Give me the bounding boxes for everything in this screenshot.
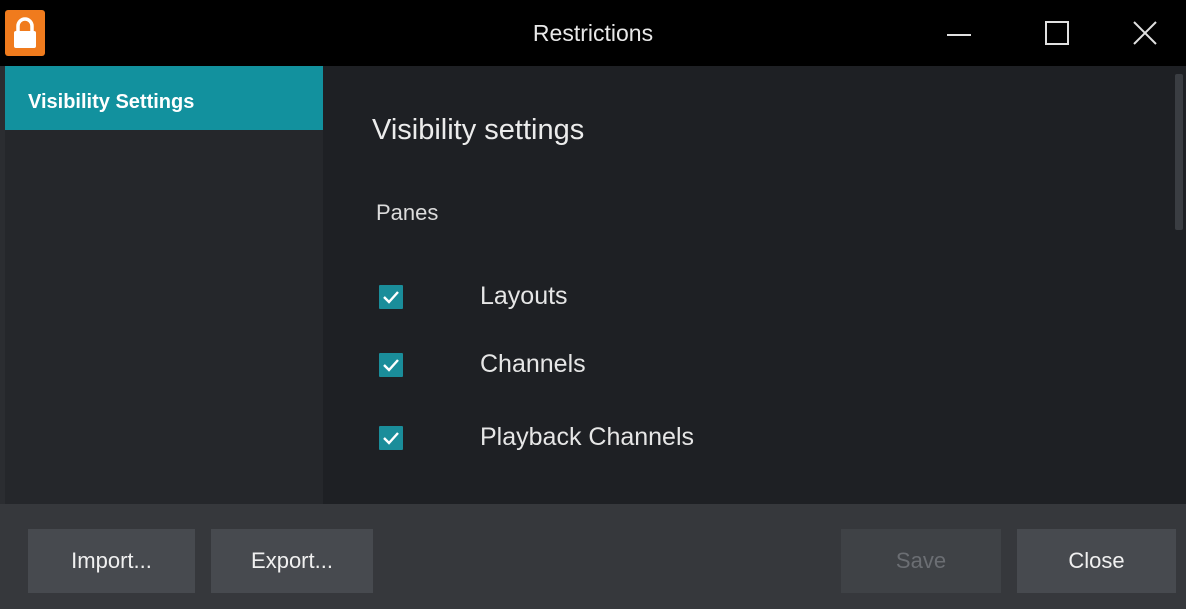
window-title: Restrictions <box>532 20 654 46</box>
checkbox-label: Channels <box>480 350 586 378</box>
import-button[interactable]: Import... <box>28 529 195 593</box>
save-button[interactable]: Save <box>841 529 1001 593</box>
close-icon <box>1133 21 1157 45</box>
sidebar: Visibility Settings <box>5 66 323 504</box>
maximize-button[interactable] <box>1022 0 1092 66</box>
title-bar[interactable]: Restrictions <box>0 0 1186 66</box>
export-button[interactable]: Export... <box>211 529 373 593</box>
checkbox-label: Playback Channels <box>480 423 695 451</box>
close-button[interactable]: Close <box>1017 529 1176 593</box>
checkbox-row-channels[interactable]: Channels <box>379 343 879 383</box>
sidebar-item-visibility-settings[interactable]: Visibility Settings <box>5 66 323 130</box>
checkbox-row-layouts[interactable]: Layouts <box>379 275 879 315</box>
group-label-panes: Panes <box>376 200 439 225</box>
restrictions-window: Restrictions Visibility Settings Visibil… <box>0 0 1186 609</box>
minimize-icon <box>947 34 971 36</box>
checkmark-icon <box>383 432 399 445</box>
settings-panel: Visibility settings Panes Layouts Channe… <box>323 66 1186 504</box>
checkbox-channels[interactable] <box>379 353 403 377</box>
close-window-button[interactable] <box>1110 0 1180 66</box>
checkbox-playback-channels[interactable] <box>379 426 403 450</box>
scrollbar-thumb[interactable] <box>1175 74 1183 230</box>
minimize-button[interactable] <box>924 0 994 66</box>
maximize-icon <box>1045 21 1069 45</box>
sidebar-item-label: Visibility Settings <box>28 91 195 113</box>
checkbox-label: Layouts <box>480 282 568 310</box>
section-title: Visibility settings <box>372 114 585 146</box>
checkmark-icon <box>383 291 399 304</box>
checkmark-icon <box>383 359 399 372</box>
checkbox-layouts[interactable] <box>379 285 403 309</box>
footer-bar: Import... Export... Save Close <box>0 504 1186 609</box>
vertical-scrollbar[interactable] <box>1172 66 1186 504</box>
checkbox-row-playback-channels[interactable]: Playback Channels <box>379 416 879 456</box>
